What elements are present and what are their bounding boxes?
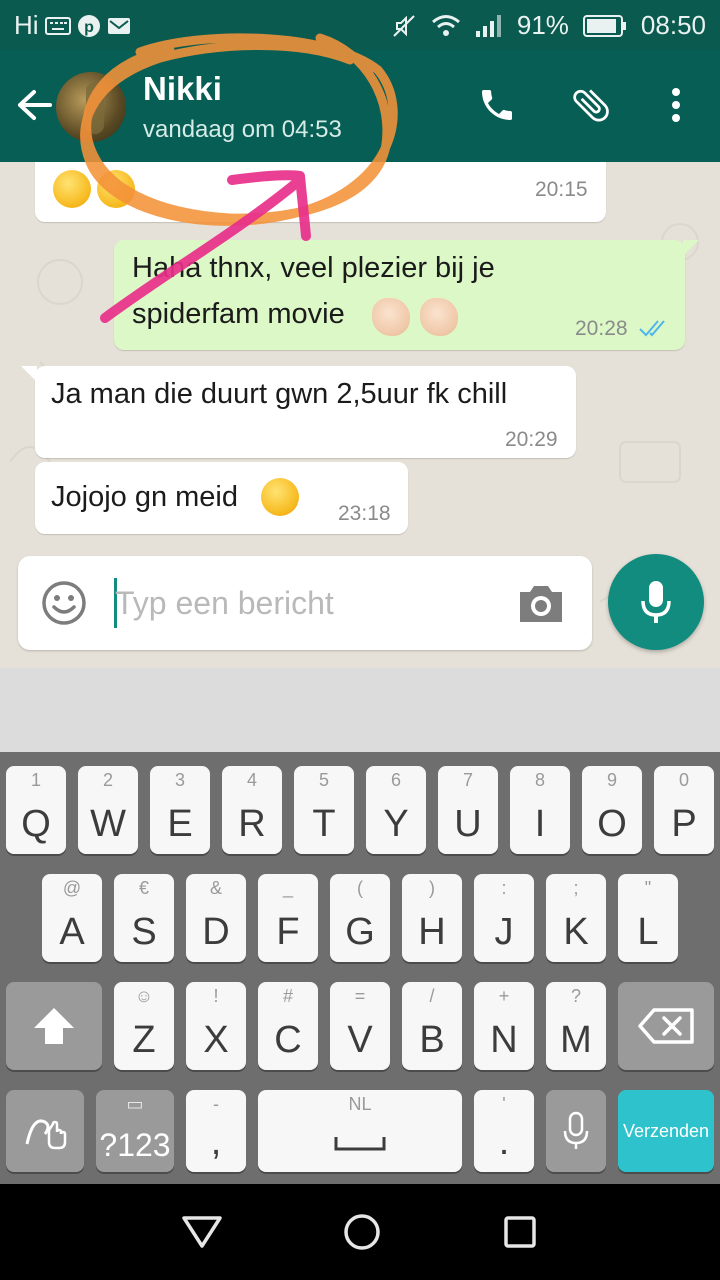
send-key[interactable]: Verzenden: [618, 1090, 714, 1172]
last-seen-status: vandaag om 04:53: [143, 116, 342, 143]
key-s[interactable]: € S: [114, 874, 174, 962]
message-composer: [18, 556, 592, 650]
period-key[interactable]: '.: [474, 1090, 534, 1172]
key-i[interactable]: 8I: [510, 766, 570, 854]
shift-key[interactable]: [6, 982, 102, 1070]
key-l[interactable]: " L: [618, 874, 678, 962]
message-bubble[interactable]: Haha thnx, veel plezier bij je spiderfam…: [114, 240, 699, 350]
message-text: spiderfam movie: [132, 298, 345, 330]
microphone-icon: [641, 581, 671, 623]
chat-header: Nikki vandaag om 04:53: [0, 50, 720, 162]
key-e[interactable]: 3E: [150, 766, 210, 854]
key-p[interactable]: 0P: [654, 766, 714, 854]
message-text: Haha thnx, veel plezier bij je: [132, 252, 495, 284]
status-bar: Hi p 91% 08:50: [0, 0, 720, 50]
contact-name[interactable]: Nikki: [143, 70, 222, 108]
key-r[interactable]: 4R: [222, 766, 282, 854]
key-a[interactable]: @ A: [42, 874, 102, 962]
double-check-read-icon: [638, 318, 670, 343]
bubble-tail: [683, 240, 699, 256]
ok-hand-emoji: [420, 298, 458, 336]
key-v[interactable]: = V: [330, 982, 390, 1070]
kiss-emoji: [261, 478, 299, 516]
key-z[interactable]: ☺ Z: [114, 982, 174, 1070]
key-k[interactable]: ; K: [546, 874, 606, 962]
key-b[interactable]: / B: [402, 982, 462, 1070]
key-y[interactable]: 6Y: [366, 766, 426, 854]
signal-icon: [475, 14, 503, 38]
key-f[interactable]: _ F: [258, 874, 318, 962]
key-n[interactable]: + N: [474, 982, 534, 1070]
message-bubble[interactable]: Jojojo gn meid 23:18: [35, 462, 408, 534]
backspace-icon: [618, 982, 714, 1070]
voice-input-key[interactable]: [546, 1090, 606, 1172]
mute-icon: [391, 13, 417, 39]
comma-key[interactable]: -,: [186, 1090, 246, 1172]
svg-text:p: p: [84, 19, 94, 36]
key-w[interactable]: 2W: [78, 766, 138, 854]
message-bubble[interactable]: Ja man die duurt gwn 2,5uur fk chill 20:…: [21, 366, 576, 458]
message-time: 20:28: [575, 317, 628, 340]
back-arrow-icon[interactable]: [12, 80, 56, 130]
message-time: 23:18: [338, 502, 391, 525]
paperclip-icon[interactable]: [566, 80, 616, 130]
key-x[interactable]: ! X: [186, 982, 246, 1070]
keyboard: 1Q 2W 3E 4R 5T 6Y 7U 8I 9O 0P @ A € S & D _…: [0, 752, 720, 1184]
swipe-mode-key[interactable]: [6, 1090, 84, 1172]
message-text: Ja man die duurt gwn 2,5uur fk chill: [51, 378, 508, 410]
home-circle-icon[interactable]: [340, 1210, 384, 1254]
message-time: 20:29: [505, 428, 558, 451]
space-key[interactable]: NL: [258, 1090, 462, 1172]
key-j[interactable]: :J: [474, 874, 534, 962]
status-time: 08:50: [640, 10, 706, 40]
symbols-key[interactable]: ▭ ?123: [96, 1090, 174, 1172]
emoji-smiley-icon[interactable]: [40, 579, 88, 627]
space-bar-icon: [258, 1090, 462, 1172]
battery-percent: 91%: [516, 10, 569, 40]
key-h[interactable]: ) H: [402, 874, 462, 962]
message-bubble[interactable]: 20:15: [35, 162, 606, 222]
ok-hand-emoji: [372, 298, 410, 336]
keyboard-icon: [44, 16, 71, 36]
camera-icon[interactable]: [516, 580, 566, 626]
phone-icon[interactable]: [472, 80, 522, 130]
battery-icon: [582, 14, 627, 38]
back-triangle-icon[interactable]: [180, 1210, 224, 1254]
microphone-icon: [546, 1090, 606, 1172]
message-input[interactable]: [115, 578, 495, 628]
key-c[interactable]: # C: [258, 982, 318, 1070]
swipe-hand-icon: [6, 1090, 84, 1172]
wifi-icon: [431, 14, 461, 38]
key-o[interactable]: 9O: [582, 766, 642, 854]
voice-record-button[interactable]: [608, 554, 704, 650]
key-d[interactable]: & D: [186, 874, 246, 962]
smirk-emoji: [97, 170, 135, 208]
message-time: 20:15: [535, 178, 588, 201]
key-m[interactable]: ? M: [546, 982, 606, 1070]
key-u[interactable]: 7U: [438, 766, 498, 854]
key-q[interactable]: 1Q: [6, 766, 66, 854]
symbols-hint-icon: ▭: [126, 1094, 144, 1114]
bubble-tail: [21, 366, 37, 382]
mail-icon: [107, 16, 131, 36]
pinterest-icon: p: [77, 14, 101, 38]
backspace-key[interactable]: [618, 982, 714, 1070]
navigation-bar: [0, 1184, 720, 1280]
key-t[interactable]: 5T: [294, 766, 354, 854]
recents-square-icon[interactable]: [498, 1210, 542, 1254]
smirk-emoji: [53, 170, 91, 208]
key-g[interactable]: (G: [330, 874, 390, 962]
shift-icon: [6, 982, 102, 1070]
keyboard-suggestion-strip: [0, 668, 720, 752]
avatar[interactable]: [56, 72, 126, 142]
message-text: Jojojo gn meid: [51, 481, 238, 513]
carrier-text: Hi: [14, 10, 39, 40]
more-vert-icon[interactable]: [656, 80, 696, 130]
